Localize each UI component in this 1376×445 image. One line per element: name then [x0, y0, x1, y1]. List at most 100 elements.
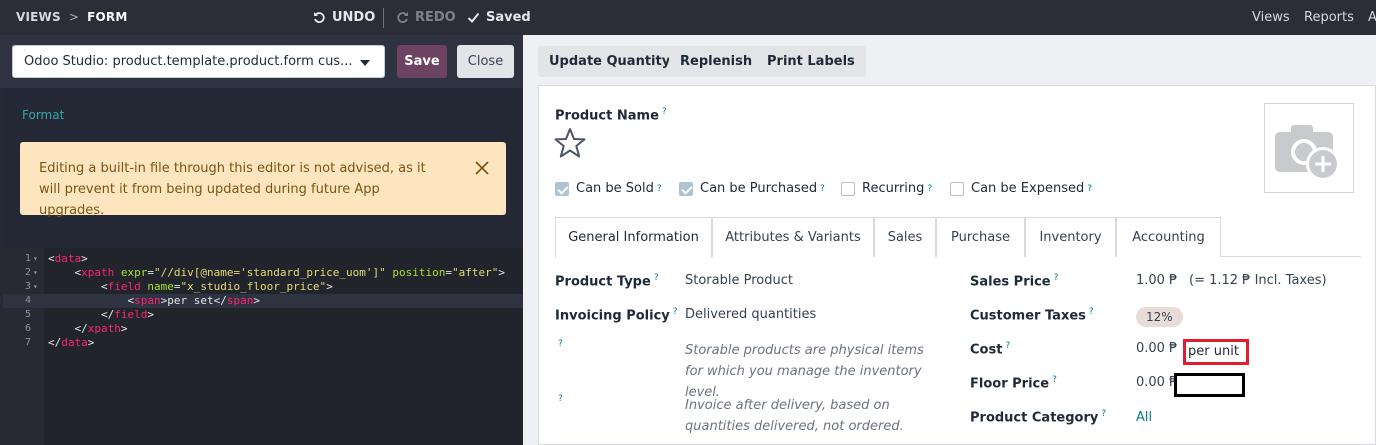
help-tooltip-icon[interactable]: ?: [673, 307, 678, 317]
code-line[interactable]: 6 </xpath>: [3, 322, 523, 336]
code-text: <span>per set</span>: [127, 294, 260, 307]
help-tooltip-icon[interactable]: ?: [1005, 341, 1010, 351]
code-line[interactable]: 7 </data>: [3, 336, 523, 350]
warning-alert: Editing a built-in file through this edi…: [20, 142, 506, 218]
sales-price-label: Sales Price?: [970, 273, 1058, 289]
code-text: </xpath>: [74, 322, 128, 335]
code-line[interactable]: 5 </field>: [3, 308, 523, 322]
format-link[interactable]: Format: [22, 108, 64, 122]
fold-arrow-icon[interactable]: ▾: [33, 252, 38, 266]
storable-help-text: Storable products are physical items for…: [685, 343, 924, 400]
product-type-label: Product Type?: [555, 273, 659, 289]
breadcrumb-views[interactable]: VIEWS: [16, 10, 61, 24]
product-name-label-text: Product Name: [555, 108, 659, 124]
help-tooltip-icon[interactable]: ?: [1054, 273, 1059, 283]
topbar-divider: [383, 8, 384, 28]
code-line[interactable]: 2 ▾ <xpath expr="//div[@name='standard_pr…: [3, 266, 523, 280]
checkbox-box[interactable]: [950, 181, 964, 196]
breadcrumb-separator: >: [68, 10, 80, 24]
line-number: 2: [24, 267, 31, 278]
tab-accounting[interactable]: Accounting: [1116, 217, 1221, 257]
floor-price-label-text: Floor Price: [970, 376, 1050, 392]
checkbox-recurring[interactable]: Recurring?: [841, 181, 932, 196]
code-text: <field name="x_studio_floor_price">: [100, 280, 333, 293]
fold-arrow-icon[interactable]: ▾: [33, 266, 38, 280]
favorite-star-icon[interactable]: [553, 126, 587, 160]
sales-price-incl-taxes: (= 1.12 ₱ Incl. Taxes): [1189, 273, 1327, 288]
checkbox-can-be-sold[interactable]: Can be Sold?: [555, 181, 662, 196]
views-link[interactable]: Views: [1252, 10, 1290, 25]
fold-arrow-icon[interactable]: ▾: [33, 280, 38, 294]
tax-badge[interactable]: 12%: [1136, 307, 1183, 327]
help-tooltip-icon[interactable]: ?: [558, 394, 563, 404]
saved-label: Saved: [486, 10, 531, 25]
code-text: <data>: [48, 252, 88, 265]
checkbox-box[interactable]: [679, 181, 693, 196]
code-text: </field>: [100, 308, 154, 321]
form-sheet: Product Name? Can be Sold? Can be Purchas…: [538, 85, 1376, 445]
editor-controls: Odoo Studio: product.template.product.fo…: [0, 35, 523, 88]
cost-value[interactable]: 0.00 ₱: [1136, 341, 1177, 356]
checkbox-can-be-purchased[interactable]: Can be Purchased?: [679, 181, 825, 196]
close-icon[interactable]: [474, 160, 490, 176]
tab-inventory[interactable]: Inventory: [1025, 217, 1116, 257]
redo-button[interactable]: REDO: [396, 10, 456, 25]
sales-price-label-text: Sales Price: [970, 274, 1051, 290]
product-image-upload[interactable]: [1264, 103, 1354, 193]
code-line[interactable]: 4 <span>per set</span>: [3, 294, 523, 308]
view-selector[interactable]: Odoo Studio: product.template.product.fo…: [12, 45, 385, 78]
camera-plus-icon: [1275, 125, 1340, 181]
undo-button[interactable]: UNDO: [313, 10, 375, 25]
help-tooltip-icon[interactable]: ?: [654, 273, 659, 283]
cost-unit: per unit: [1188, 344, 1239, 359]
highlight-cost-unit: per unit: [1183, 339, 1249, 365]
breadcrumb: VIEWS > FORM: [16, 10, 127, 24]
checkbox-label: Can be Expensed: [971, 181, 1085, 196]
tab-sales[interactable]: Sales: [874, 217, 936, 257]
tab-general-information[interactable]: General Information: [555, 217, 712, 258]
update-quantity-button[interactable]: Update Quantity: [538, 46, 682, 77]
code-line[interactable]: 1 ▾ <data>: [3, 252, 523, 266]
invoice-help-text: Invoice after delivery, based on quantit…: [685, 398, 904, 434]
replenish-button[interactable]: Replenish: [669, 46, 764, 77]
help-tooltip-icon[interactable]: ?: [820, 184, 825, 194]
help-tooltip-icon[interactable]: ?: [657, 184, 662, 194]
tab-purchase[interactable]: Purchase: [936, 217, 1025, 257]
undo-icon: [314, 12, 325, 23]
help-tooltip-icon[interactable]: ?: [1089, 307, 1094, 317]
help-tooltip-icon[interactable]: ?: [558, 339, 563, 349]
checkbox-label: Can be Sold: [576, 181, 654, 196]
product-name-label: Product Name?: [555, 107, 667, 123]
help-tooltip-icon[interactable]: ?: [662, 107, 667, 117]
code-line[interactable]: 3 ▾ <field name="x_studio_floor_price">: [3, 280, 523, 294]
notebook-tabs: General Information Attributes & Variants…: [555, 217, 1361, 258]
studio-topbar: VIEWS > FORM UNDO REDO Saved Views Reports…: [0, 0, 1376, 35]
help-tooltip-icon[interactable]: ?: [1052, 375, 1057, 385]
code-editor[interactable]: 1 ▾ <data> 2 ▾ <xpath expr="//div[@name='sta…: [3, 248, 523, 445]
invoicing-policy-value[interactable]: Delivered quantities: [685, 307, 816, 322]
customer-taxes-label: Customer Taxes?: [970, 307, 1094, 323]
product-category-label: Product Category?: [970, 409, 1106, 425]
check-icon: [467, 12, 480, 23]
line-number: 7: [24, 337, 31, 348]
help-tooltip-icon[interactable]: ?: [1101, 409, 1106, 419]
product-category-label-text: Product Category: [970, 410, 1099, 426]
tab-attributes-variants[interactable]: Attributes & Variants: [712, 217, 874, 257]
checkbox-can-be-expensed[interactable]: Can be Expensed?: [950, 181, 1092, 196]
product-category-value[interactable]: All: [1136, 410, 1152, 425]
line-number: 5: [24, 309, 31, 320]
print-labels-button[interactable]: Print Labels: [756, 46, 866, 77]
product-type-value[interactable]: Storable Product: [685, 273, 793, 288]
sales-price-value[interactable]: 1.00 ₱: [1136, 273, 1177, 288]
invoicing-policy-label: Invoicing Policy?: [555, 307, 678, 323]
save-button[interactable]: Save: [397, 45, 447, 78]
help-tooltip-icon[interactable]: ?: [1087, 184, 1092, 194]
reports-link[interactable]: Reports: [1304, 10, 1354, 25]
checkbox-box[interactable]: [555, 181, 569, 196]
checkbox-box[interactable]: [841, 181, 855, 196]
close-button[interactable]: Close: [457, 45, 514, 78]
automations-link-cut[interactable]: A: [1368, 10, 1376, 25]
help-tooltip-icon[interactable]: ?: [927, 184, 932, 194]
customer-taxes-label-text: Customer Taxes: [970, 308, 1086, 324]
floor-price-value[interactable]: 0.00 ₱: [1136, 375, 1177, 390]
